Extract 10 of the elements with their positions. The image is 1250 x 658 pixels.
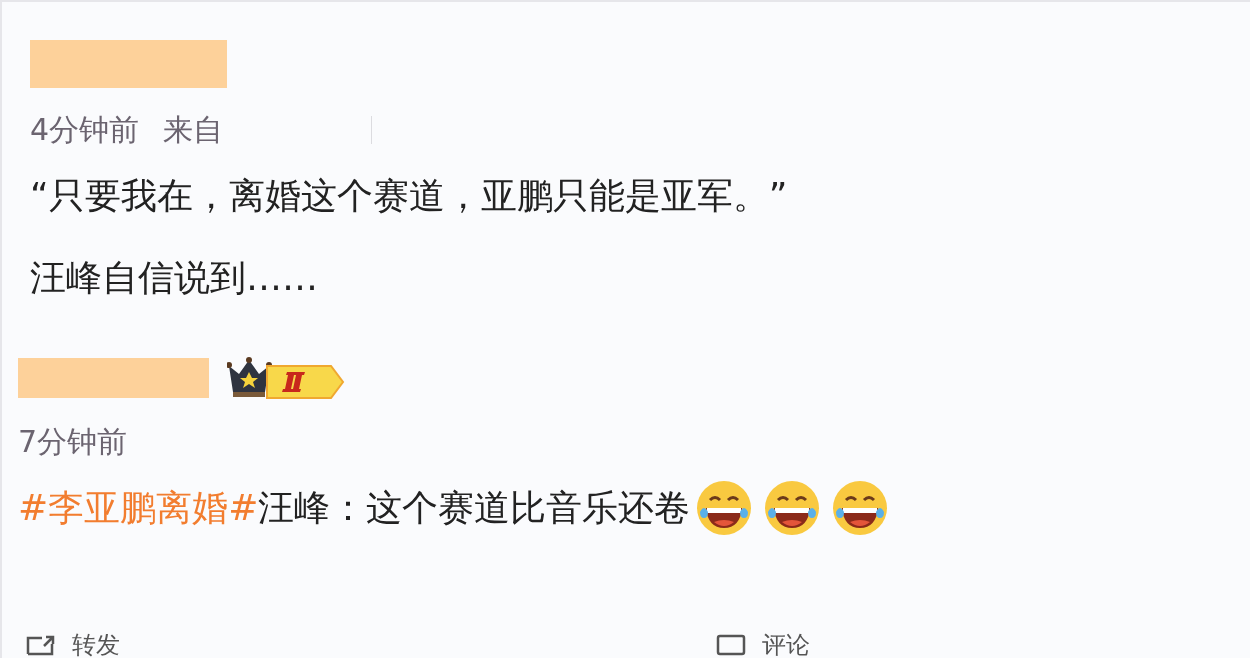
comment-button[interactable]: 评论 bbox=[716, 632, 1016, 658]
post-time: 4分钟前 bbox=[30, 112, 140, 148]
source-label: 来自 bbox=[163, 112, 224, 148]
post-text: 汪峰：这个赛道比音乐还卷 bbox=[258, 486, 691, 530]
post-text: 汪峰自信说到…… bbox=[30, 256, 318, 300]
share-icon bbox=[26, 634, 56, 656]
post-time: 7分钟前 bbox=[18, 424, 128, 460]
comment-icon bbox=[716, 634, 746, 656]
repost-button[interactable]: 转发 bbox=[26, 632, 716, 658]
post-text: “只要我在，离婚这个赛道，亚鹏只能是亚军。” bbox=[30, 174, 788, 218]
